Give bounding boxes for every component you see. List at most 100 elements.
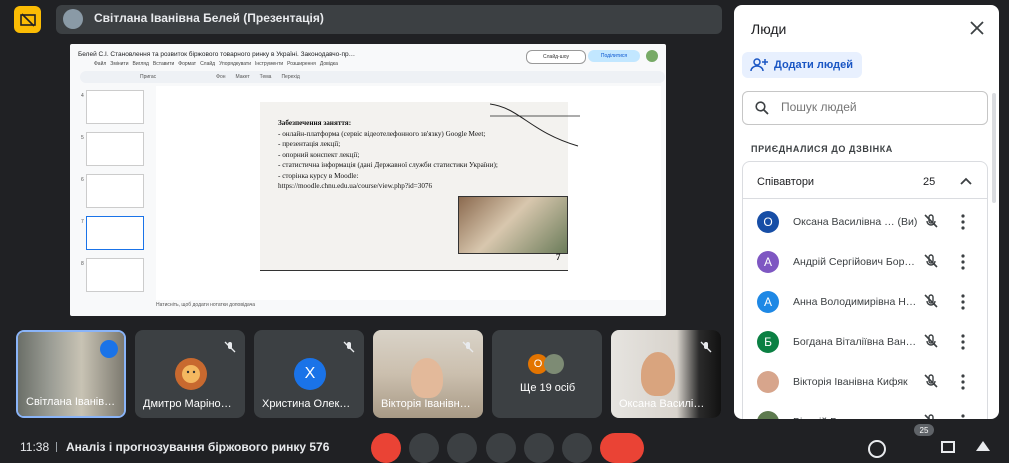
mic-off-icon[interactable] bbox=[923, 413, 939, 419]
menu-item[interactable]: Вставити bbox=[153, 61, 174, 67]
chat-icon[interactable] bbox=[941, 441, 955, 453]
mic-toggle-button[interactable] bbox=[371, 433, 401, 463]
toolbar-item[interactable]: Перехід bbox=[281, 74, 299, 80]
slide-line: - сторінка курсу в Moodle: https://moodl… bbox=[278, 171, 433, 191]
present-button[interactable] bbox=[486, 433, 516, 463]
participant-name: Оксана Василівна … (Ви) bbox=[793, 216, 918, 228]
toolbar-item[interactable]: Макет bbox=[236, 74, 250, 80]
mic-off-icon[interactable] bbox=[923, 333, 939, 349]
participant-face bbox=[641, 352, 675, 396]
top-bar: Світлана Іванівна Белей (Презентація) bbox=[0, 0, 722, 36]
participant-row[interactable]: А Андрій Сергійович Бор… bbox=[743, 244, 987, 284]
menu-item[interactable]: Вигляд bbox=[133, 61, 149, 67]
more-participants-label: Ще 19 осіб bbox=[520, 382, 576, 394]
participant-tile[interactable]: Світлана Іванів… bbox=[16, 330, 126, 418]
scrollbar[interactable] bbox=[992, 93, 996, 203]
people-panel: Люди Додати людей ПРИЄДНАЛИСЯ ДО ДЗВІНКА… bbox=[734, 5, 999, 419]
chevron-up-icon[interactable] bbox=[959, 176, 973, 186]
meeting-time: 11:38 bbox=[20, 440, 50, 454]
slideshow-button[interactable]: Слайд-шоу bbox=[526, 50, 586, 64]
slide-thumbnail[interactable]: 8 bbox=[81, 258, 144, 292]
participant-avatar bbox=[757, 371, 779, 393]
participant-name: Богдана Віталіївна Ван… bbox=[793, 336, 917, 348]
panel-title: Люди bbox=[751, 21, 787, 37]
mic-off-icon[interactable] bbox=[923, 373, 939, 389]
menu-item[interactable]: Упорядкувати bbox=[219, 61, 251, 67]
search-icon bbox=[755, 101, 769, 115]
participant-row[interactable]: Віталій Володимирович… bbox=[743, 404, 987, 419]
participant-name: Вікторія Іванівна Кифяк bbox=[793, 376, 908, 388]
menu-item[interactable]: Інструменти bbox=[255, 61, 283, 67]
slide-thumbnail[interactable]: 7 bbox=[81, 216, 144, 250]
more-vert-icon[interactable] bbox=[960, 214, 966, 230]
toolbar-item[interactable]: Фон bbox=[216, 74, 225, 80]
slide-thumbnail[interactable]: 4 bbox=[81, 90, 144, 124]
current-slide: Забезпечення заняття: - онлайн-платформа… bbox=[260, 102, 580, 271]
contributors-group: Співавтори 25 О Оксана Василівна … (Ви) А А… bbox=[742, 161, 988, 419]
participant-row[interactable]: Б Богдана Віталіївна Ван… bbox=[743, 324, 987, 364]
search-box[interactable] bbox=[742, 91, 988, 125]
presenter-avatar bbox=[63, 9, 83, 29]
joined-section-label: ПРИЄДНАЛИСЯ ДО ДЗВІНКА bbox=[751, 144, 893, 154]
participant-name: Дмитро Маріно… bbox=[143, 398, 232, 410]
document-toolbar: Пригас Фон Макет Тема Перехід bbox=[80, 71, 665, 83]
slide-heading: Забезпечення заняття: bbox=[278, 119, 352, 127]
participant-tile[interactable]: Дмитро Маріно… bbox=[135, 330, 245, 418]
slide-thumbnail[interactable]: 6 bbox=[81, 174, 144, 208]
slide-line: - презентація лекції; bbox=[278, 140, 341, 148]
menu-item[interactable]: Файл bbox=[94, 61, 106, 67]
close-icon[interactable] bbox=[968, 19, 986, 37]
mic-off-icon[interactable] bbox=[923, 253, 939, 269]
add-people-button[interactable]: Додати людей bbox=[742, 52, 862, 78]
participant-face bbox=[411, 358, 443, 398]
presentation-icon[interactable] bbox=[14, 6, 41, 33]
camera-toggle-button[interactable] bbox=[409, 433, 439, 463]
speaker-notes[interactable]: Натисніть, щоб додати нотатки доповідача bbox=[156, 302, 661, 312]
participant-tile[interactable]: Оксана Василі… bbox=[611, 330, 721, 418]
more-vert-icon[interactable] bbox=[960, 254, 966, 270]
toolbar-item[interactable]: Тема bbox=[260, 74, 272, 80]
more-participants-tile[interactable]: О Ще 19 осіб bbox=[492, 330, 602, 418]
participant-avatar: Б bbox=[757, 331, 779, 353]
menu-item[interactable]: Розширення bbox=[287, 61, 316, 67]
toolbar-item[interactable]: Пригас bbox=[140, 74, 156, 80]
more-vert-icon[interactable] bbox=[960, 294, 966, 310]
participant-tile[interactable]: Х Христина Олек… bbox=[254, 330, 364, 418]
menu-item[interactable]: Слайд bbox=[200, 61, 215, 67]
reactions-button[interactable] bbox=[447, 433, 477, 463]
slide-thumbnail[interactable]: 5 bbox=[81, 132, 144, 166]
slide-line: - статистична інформація (дані Державної… bbox=[278, 161, 498, 169]
slide-canvas: Забезпечення заняття: - онлайн-платформа… bbox=[156, 86, 661, 300]
search-input[interactable] bbox=[779, 99, 973, 115]
more-vert-icon[interactable] bbox=[960, 414, 966, 419]
participant-name: Світлана Іванів… bbox=[26, 396, 116, 408]
participant-avatar: О bbox=[757, 211, 779, 233]
mic-off-icon[interactable] bbox=[923, 293, 939, 309]
menu-item[interactable]: Змінити bbox=[110, 61, 128, 67]
participant-row[interactable]: Вікторія Іванівна Кифяк bbox=[743, 364, 987, 404]
more-vert-icon[interactable] bbox=[960, 374, 966, 390]
participant-name: Анна Володимирівна Н… bbox=[793, 296, 917, 308]
slide-thumbnail-number: 4 bbox=[81, 93, 84, 99]
mic-off-icon[interactable] bbox=[923, 213, 939, 229]
participant-name: Оксана Василі… bbox=[619, 398, 705, 410]
more-options-button[interactable] bbox=[562, 433, 592, 463]
more-vert-icon[interactable] bbox=[960, 334, 966, 350]
raise-hand-button[interactable] bbox=[524, 433, 554, 463]
slide-text: Забезпечення заняття: - онлайн-платформа… bbox=[278, 118, 550, 192]
end-call-button[interactable] bbox=[600, 433, 644, 463]
share-button[interactable]: Поділитися bbox=[588, 50, 640, 62]
participant-row[interactable]: О Оксана Василівна … (Ви) bbox=[743, 204, 987, 244]
participant-avatar: Х bbox=[294, 358, 326, 390]
slide-thumbnail-number: 8 bbox=[81, 261, 84, 267]
slide-thumbnail-number: 5 bbox=[81, 135, 84, 141]
participant-avatar bbox=[757, 411, 779, 419]
presenter-title: Світлана Іванівна Белей (Презентація) bbox=[94, 11, 324, 25]
participant-row[interactable]: А Анна Володимирівна Н… bbox=[743, 284, 987, 324]
info-icon[interactable] bbox=[868, 440, 886, 458]
menu-item[interactable]: Формат bbox=[178, 61, 196, 67]
participant-tile[interactable]: Вікторія Іванівн… bbox=[373, 330, 483, 418]
document-menu-bar: Файл Змінити Вигляд Вставити Формат Слайд Упор… bbox=[94, 61, 342, 67]
menu-item[interactable]: Довідка bbox=[320, 61, 338, 67]
participants-count-badge: 25 bbox=[914, 424, 934, 436]
